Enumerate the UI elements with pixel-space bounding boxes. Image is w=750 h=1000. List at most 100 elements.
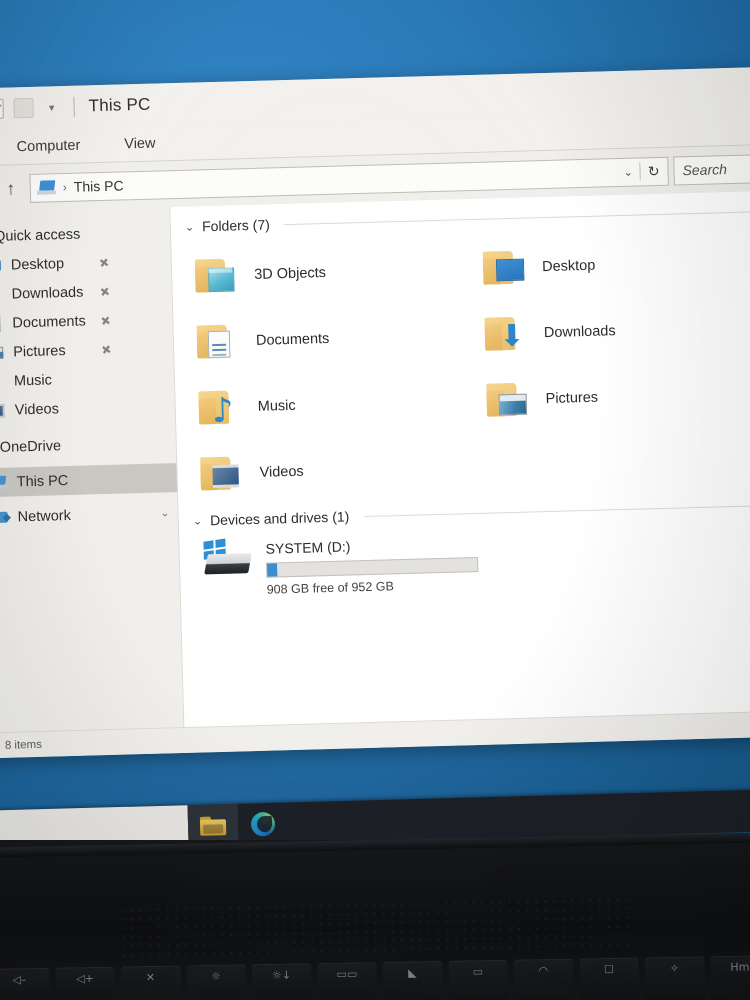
folder-tile-grid: 3D Objects Desktop Documents ⬇ Downloads… <box>171 223 750 507</box>
chevron-down-icon[interactable]: ⌄ <box>160 506 170 519</box>
laptop-function-key-row[interactable]: ◁– ◁+ ✕ ☼ ☼↓ ▭▭ ◣ ▭ ◠ ☐ ✧ Hm <box>0 955 750 1000</box>
drive-capacity-bar <box>266 556 479 578</box>
sidebar-item-this-pc[interactable]: This PC <box>0 463 178 499</box>
group-divider <box>363 504 750 517</box>
laptop-key[interactable]: ◠ <box>513 958 574 1000</box>
drive-tile-system-d[interactable]: SYSTEM (D:) 908 GB free of 952 GB <box>179 517 750 599</box>
laptop-speaker-grille <box>119 896 631 962</box>
folder-label: Desktop <box>541 257 596 276</box>
sidebar-item-onedrive[interactable]: OneDrive <box>0 428 176 463</box>
sidebar-item-label: Pictures <box>13 342 66 360</box>
window-title: This PC <box>88 94 151 116</box>
network-icon <box>0 509 9 525</box>
windows-drive-icon <box>201 538 252 578</box>
desktop-icon <box>0 257 2 273</box>
sidebar-item-label: Quick access <box>0 226 81 245</box>
laptop-key[interactable]: ◁+ <box>55 966 116 1000</box>
laptop-key[interactable]: Hm <box>709 955 750 1000</box>
documents-icon <box>0 315 4 332</box>
folder-label: Videos <box>259 463 304 481</box>
chevron-down-icon[interactable]: ⌄ <box>185 220 195 233</box>
up-button[interactable]: ↑ <box>0 173 26 204</box>
folder-tile-desktop[interactable]: Desktop <box>481 229 750 301</box>
tab-computer[interactable]: Computer <box>0 127 103 165</box>
this-pc-icon <box>36 179 56 196</box>
sidebar-item-network[interactable]: Network ⌄ <box>0 498 178 533</box>
title-divider <box>73 96 75 117</box>
pin-icon[interactable]: ✚ <box>98 341 114 358</box>
drive-name: SYSTEM (D:) <box>265 538 351 557</box>
laptop-key[interactable]: ▭ <box>447 959 509 1000</box>
laptop-key[interactable]: ✧ <box>644 956 705 1000</box>
drive-capacity-fill <box>267 563 278 577</box>
group-divider <box>283 210 750 225</box>
screenshot-root: ▾ This PC Computer View → ⌄ ↑ › This PC … <box>0 0 750 1000</box>
properties-icon[interactable] <box>0 98 4 120</box>
folder-tile-3d-objects[interactable]: 3D Objects <box>193 237 483 309</box>
pictures-icon <box>0 344 4 360</box>
sidebar-item-label: Music <box>13 371 53 389</box>
navigation-pane: ★ Quick access Desktop ✚ ⬇ Downloads ✚ D… <box>0 207 185 734</box>
customize-chevron-icon[interactable]: ▾ <box>43 99 59 115</box>
laptop-key[interactable]: ☐ <box>578 957 640 1000</box>
videos-icon <box>0 402 6 418</box>
folder-pictures-icon <box>485 379 532 420</box>
sidebar-item-videos[interactable]: Videos <box>0 391 175 426</box>
sidebar-item-label: This PC <box>16 472 69 490</box>
download-icon: ⬇ <box>0 285 3 302</box>
pin-icon[interactable]: ✚ <box>96 254 112 271</box>
sidebar-item-label: Videos <box>14 400 60 418</box>
window-body: ★ Quick access Desktop ✚ ⬇ Downloads ✚ D… <box>0 190 750 734</box>
folder-documents-icon <box>195 321 242 362</box>
folder-tile-pictures[interactable]: Pictures <box>485 361 750 433</box>
pin-icon[interactable]: ✚ <box>97 312 113 329</box>
edge-icon <box>250 811 276 837</box>
chevron-down-icon[interactable]: ⌄ <box>619 165 637 178</box>
folder-music-icon: ♪ <box>197 387 244 431</box>
laptop-key[interactable]: ☼ <box>186 964 247 1000</box>
folder-label: Music <box>257 397 296 415</box>
folder-tile-downloads[interactable]: ⬇ Downloads <box>483 295 750 367</box>
this-pc-icon <box>0 474 8 490</box>
laptop-key[interactable]: ◁– <box>0 967 50 1000</box>
folder-downloads-icon: ⬇ <box>483 313 530 354</box>
laptop-key[interactable]: ◣ <box>382 960 443 1000</box>
content-pane[interactable]: ⌄ Folders (7) 3D Objects Desktop Documen… <box>170 190 750 727</box>
folder-desktop-icon <box>482 248 529 289</box>
folder-videos-icon <box>199 453 246 494</box>
item-count: 8 items <box>4 738 43 752</box>
sidebar-item-label: Network <box>17 507 72 525</box>
drive-info: SYSTEM (D:) 908 GB free of 952 GB <box>265 525 750 597</box>
breadcrumb[interactable]: This PC <box>74 177 124 194</box>
folder-label: 3D Objects <box>254 264 327 283</box>
folder-tile-music[interactable]: ♪ Music <box>197 369 487 441</box>
laptop-key[interactable]: ✕ <box>120 965 181 1000</box>
folder-tile-documents[interactable]: Documents <box>195 303 485 375</box>
tab-view[interactable]: View <box>102 125 178 162</box>
group-title: Folders (7) <box>201 216 270 235</box>
sidebar-item-label: OneDrive <box>0 437 62 456</box>
refresh-icon[interactable]: ↻ <box>644 162 664 180</box>
laptop-key[interactable]: ▭▭ <box>316 962 378 1000</box>
address-bar-controls: ⌄ ↻ <box>619 157 664 185</box>
search-input[interactable]: Search <box>673 153 750 186</box>
folder-tile-videos[interactable]: Videos <box>199 435 489 507</box>
laptop-chassis: ◁– ◁+ ✕ ☼ ☼↓ ▭▭ ◣ ▭ ◠ ☐ ✧ Hm <box>0 832 750 1000</box>
chevron-down-icon[interactable]: ⌄ <box>193 514 203 527</box>
breadcrumb-separator: › <box>62 179 67 195</box>
address-divider <box>639 162 642 181</box>
folder-label: Downloads <box>543 323 616 342</box>
sidebar-item-label: Documents <box>12 312 86 331</box>
new-folder-icon[interactable] <box>13 97 34 119</box>
folder-3d-objects-icon <box>194 255 241 296</box>
folder-label: Pictures <box>545 389 599 408</box>
sidebar-item-label: Downloads <box>11 284 84 302</box>
laptop-key[interactable]: ☼↓ <box>251 963 312 1000</box>
pin-icon[interactable]: ✚ <box>96 283 112 300</box>
music-icon: ♪ <box>0 373 5 389</box>
folder-label: Documents <box>255 330 330 349</box>
file-explorer-icon <box>199 816 227 836</box>
group-title: Devices and drives (1) <box>209 508 350 529</box>
file-explorer-window: ▾ This PC Computer View → ⌄ ↑ › This PC … <box>0 66 750 760</box>
sidebar-item-label: Desktop <box>10 255 65 273</box>
